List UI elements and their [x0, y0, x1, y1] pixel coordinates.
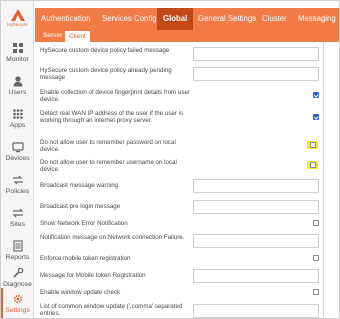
sidebar-item-monitor[interactable]: Monitor [1, 35, 34, 68]
sidebar-item-label: Settings [5, 307, 30, 314]
setting-row: HySecure custom device policy failed mes… [35, 46, 323, 62]
settings-panel: HySecure custom device policy failed mes… [35, 42, 339, 318]
sidebar-item-label: Diagnose [3, 280, 32, 288]
sidebar-item-label: Sites [9, 220, 26, 228]
setting-row: List of common window update (',comma' s… [35, 302, 323, 318]
panel-divider [323, 42, 324, 318]
setting-row: Enable window update check [35, 288, 323, 300]
tab-general-settings[interactable]: General Settings [198, 8, 256, 30]
users-icon [11, 74, 25, 88]
device-fingerprint-checkbox[interactable] [313, 92, 319, 98]
tab-services-config[interactable]: Services Config [102, 8, 157, 30]
enforce-mobile-token-checkbox[interactable] [313, 255, 319, 261]
monitor-icon [11, 41, 25, 55]
subtab-server[interactable]: Server [39, 30, 66, 42]
setting-label: Detect real WAN IP address of the user i… [40, 110, 184, 125]
devices-icon [11, 140, 25, 154]
setting-label: HySecure custom device policy already pe… [40, 67, 172, 82]
highlight-marker [307, 141, 318, 149]
sidebar-item-label: Apps [9, 121, 26, 129]
tab-cluster[interactable]: Cluster [262, 8, 287, 30]
broadcast-prelogin-field[interactable] [193, 200, 319, 214]
sidebar-item-label: Monitor [6, 55, 29, 63]
setting-label: Notification message on Network connecti… [40, 234, 185, 241]
gear-icon [11, 292, 25, 306]
diagnose-icon [11, 266, 25, 280]
network-failure-message-field[interactable] [193, 234, 319, 248]
reports-icon [11, 239, 25, 253]
setting-row: HySecure custom device policy already pe… [35, 66, 323, 82]
sites-icon [11, 206, 25, 220]
broadcast-warning-field[interactable] [193, 179, 319, 193]
network-error-notification-checkbox[interactable] [313, 220, 319, 226]
setting-row: Message for Mobile token Registration [35, 268, 323, 285]
sidebar-item-label: Devices [5, 154, 30, 162]
setting-label: Broadcast message warning. [40, 182, 120, 189]
setting-row: Do not allow user to remember username o… [35, 159, 323, 175]
brand-logo[interactable]: HySecure [1, 1, 34, 35]
setting-row: Do not allow user to remember password o… [35, 139, 323, 155]
detect-wan-ip-checkbox[interactable] [313, 114, 319, 120]
setting-row: Broadcast pre login message [35, 199, 323, 215]
brand-name: HySecure [7, 22, 28, 27]
setting-row: Broadcast message warning. [35, 178, 323, 194]
sidebar-item-users[interactable]: Users [1, 68, 34, 101]
sidebar-item-settings[interactable]: Settings [1, 288, 34, 318]
tab-authentication[interactable]: Authentication [41, 8, 90, 30]
setting-row: Notification message on Network connecti… [35, 233, 323, 250]
setting-label: HySecure custom device policy failed mes… [40, 47, 170, 54]
setting-label: Enable window update check [40, 289, 121, 296]
sidebar: HySecure Monitor Users Apps Devices Poli… [1, 1, 34, 318]
sidebar-item-apps[interactable]: Apps [1, 101, 34, 134]
sub-tab-bar: Server Client [35, 30, 339, 42]
setting-label: Show Network Error Notification [40, 220, 128, 227]
subtab-client[interactable]: Client [65, 30, 90, 42]
sidebar-item-devices[interactable]: Devices [1, 134, 34, 167]
sidebar-item-label: Users [8, 88, 27, 96]
sidebar-item-policies[interactable]: Policies [1, 167, 34, 200]
setting-label: Do not allow user to remember username o… [40, 159, 177, 174]
setting-row: Enforce mobile token registration [35, 254, 323, 266]
sidebar-item-label: Policies [5, 187, 30, 195]
window-update-list-field[interactable] [193, 304, 319, 318]
setting-label: Do not allow user to remember password o… [40, 139, 176, 154]
highlight-marker [307, 161, 318, 169]
mobile-token-message-field[interactable] [193, 269, 319, 283]
device-policy-failed-message-field[interactable] [193, 47, 319, 61]
sidebar-item-sites[interactable]: Sites [1, 200, 34, 233]
setting-row: Show Network Error Notification [35, 219, 323, 231]
remember-password-checkbox[interactable] [310, 142, 316, 148]
tab-messaging[interactable]: Messaging [298, 8, 336, 30]
device-policy-pending-message-field[interactable] [193, 67, 319, 81]
setting-label: Message for Mobile token Registration [40, 272, 146, 279]
remember-username-checkbox[interactable] [310, 162, 316, 168]
setting-label: Broadcast pre login message [40, 203, 121, 210]
setting-label: Enable collection of device fingerprint … [40, 89, 190, 104]
policies-icon [11, 173, 25, 187]
tab-global[interactable]: Global [157, 8, 194, 30]
apps-icon [11, 107, 25, 121]
setting-row: Detect real WAN IP address of the user i… [35, 110, 323, 132]
setting-row: Enable collection of device fingerprint … [35, 89, 323, 105]
hysecure-logo-icon [10, 9, 25, 21]
window-update-check-checkbox[interactable] [313, 289, 319, 295]
setting-label: Enforce mobile token registration [40, 255, 131, 262]
setting-label: List of common window update (',comma' s… [40, 303, 183, 318]
top-tab-bar: Authentication Services Config Global Ge… [35, 8, 339, 30]
